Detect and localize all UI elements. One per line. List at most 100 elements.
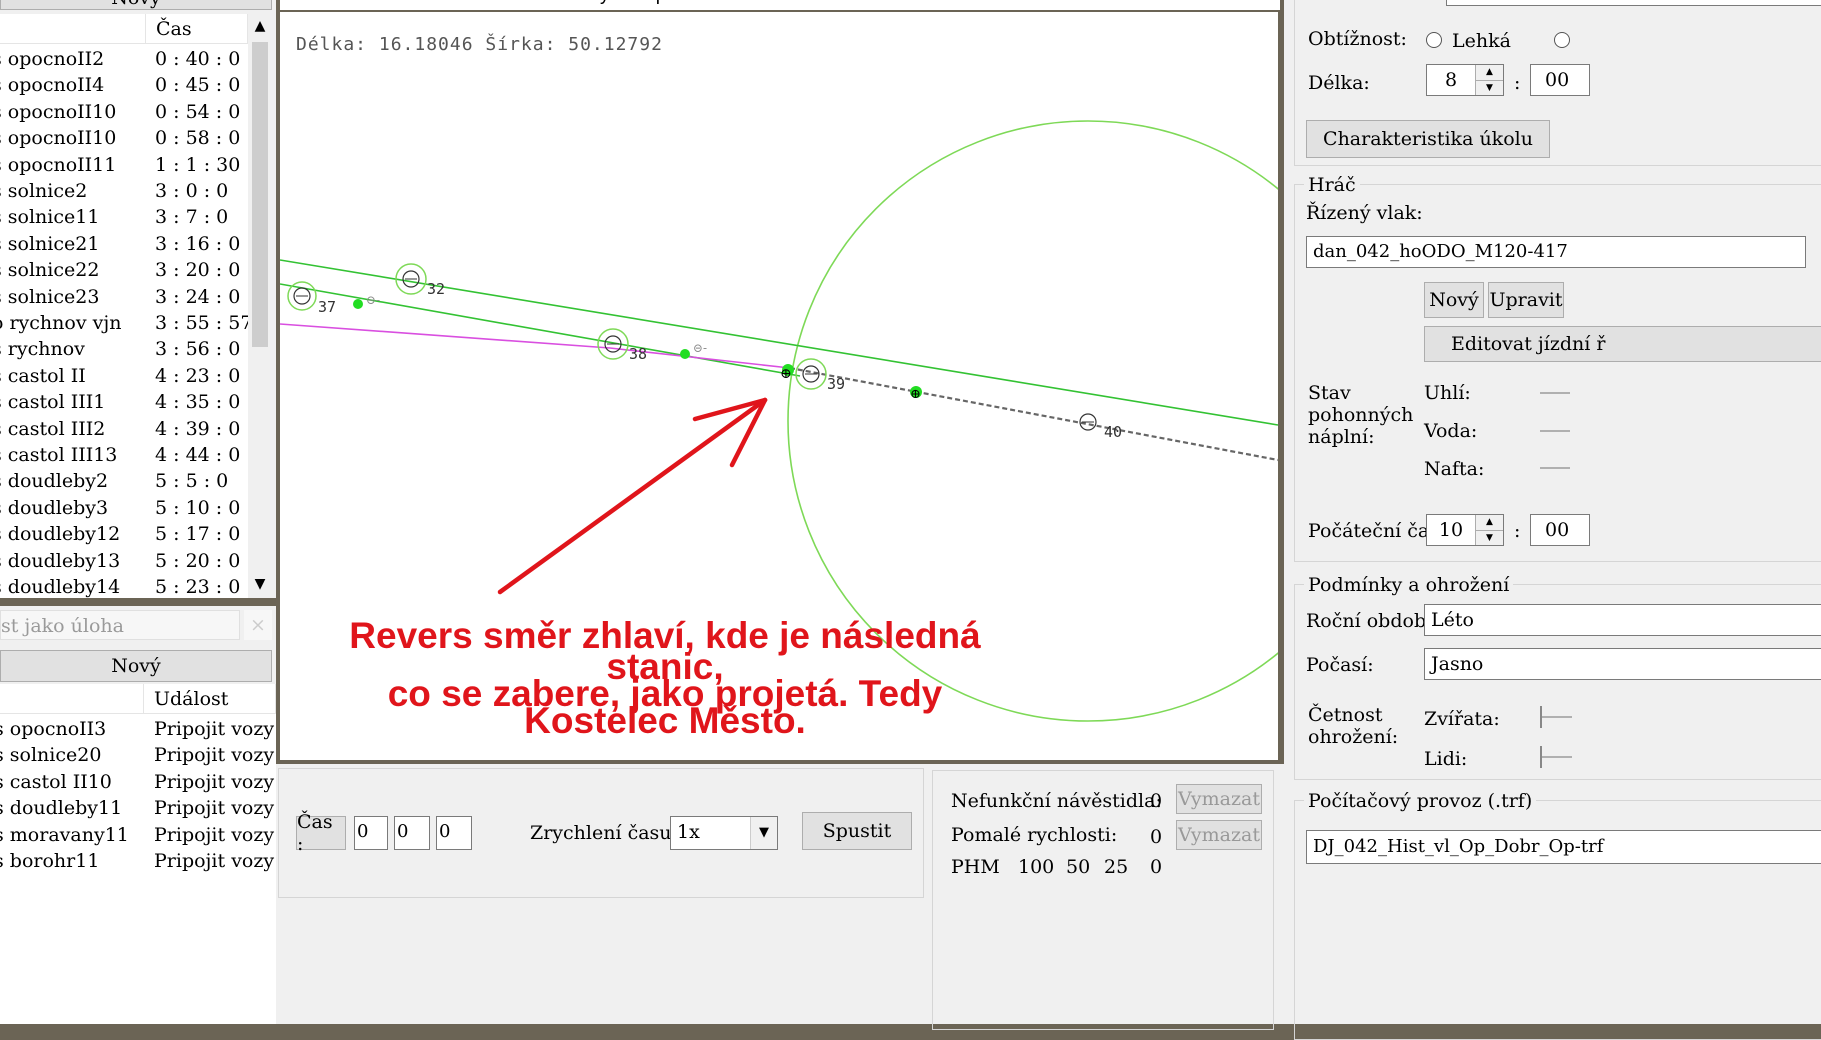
column-header-name[interactable]	[0, 14, 146, 44]
signal-icon: ⊝-	[366, 293, 380, 307]
diesel-label: Nafta:	[1424, 458, 1485, 480]
animals-slider[interactable]	[1540, 706, 1572, 728]
menu-item[interactable]: Okna	[464, 0, 509, 6]
scrollbar-thumb[interactable]	[252, 42, 268, 347]
new-train-button[interactable]: Nový	[1424, 282, 1484, 318]
difficulty-other-radio[interactable]	[1554, 32, 1570, 48]
computer-group-title: Počítačový provoz (.trf)	[1304, 790, 1537, 812]
water-slider[interactable]	[1540, 430, 1570, 432]
fuel-state-label: Stav pohonných náplní:	[1308, 382, 1414, 448]
phm-value: 0	[1150, 856, 1163, 878]
difficulty-easy-radio[interactable]	[1426, 32, 1442, 48]
edit-train-button[interactable]: Upravit	[1488, 282, 1564, 318]
column-header-name[interactable]	[0, 684, 144, 714]
train-field[interactable]: dan_042_hoODO_M120-417	[1306, 236, 1806, 268]
column-header-time[interactable]: Čas	[146, 14, 248, 44]
edit-timetable-button[interactable]: Editovat jízdní ř	[1424, 326, 1821, 362]
water-label: Voda:	[1424, 420, 1478, 442]
task-clear-button[interactable]: ×	[244, 610, 272, 640]
bottom-panel: Čas : 0 0 0 Zrychlení času 1x ▼ Spustit …	[276, 764, 1284, 1030]
task-input-text: st jako úloha	[1, 615, 124, 637]
event-list-row[interactable]: s borohr11 Pripojit vozy	[0, 846, 276, 876]
station-39-label: 39	[827, 375, 845, 393]
phm-100: 100	[1018, 856, 1055, 878]
signals-clear-button[interactable]: Vymazat	[1176, 784, 1262, 814]
station-37-marker	[287, 281, 317, 311]
event-type: Pripojit vozy	[154, 850, 275, 872]
scroll-up-icon[interactable]: ▲	[248, 18, 272, 34]
signals-value: 0	[1150, 790, 1163, 812]
animals-label: Zvířata:	[1424, 708, 1500, 730]
signals-label: Nefunkční návěstidla:	[951, 790, 1162, 812]
length-hours-spinner[interactable]: 8 ▲ ▼	[1426, 64, 1504, 96]
stop-time: 5 : 23 : 0	[155, 576, 241, 598]
station-40-label: 40	[1104, 423, 1122, 441]
phm-25: 25	[1104, 856, 1129, 878]
station-40-marker	[1079, 413, 1097, 431]
diesel-slider[interactable]	[1540, 467, 1570, 469]
acceleration-value: 1x	[677, 821, 700, 843]
stop-list-row[interactable]: s doudleby14 5 : 23 : 0	[0, 572, 248, 602]
start-button[interactable]: Spustit	[802, 812, 912, 850]
event-list[interactable]: Událost s opocnoII3 Pripojit vozy s solnic…	[0, 684, 276, 1024]
train-label: Řízený vlak:	[1306, 202, 1423, 224]
map-canvas[interactable]: Délka: 16.18046 Šírka: 50.12792 37 ⊝- 32	[280, 12, 1278, 760]
chevron-down-icon[interactable]: ▼	[750, 817, 777, 849]
phm-label: PHM	[951, 856, 1000, 878]
menu-item[interactable]: Zobrazit	[373, 0, 442, 6]
station-32-marker	[395, 263, 427, 295]
menu-item[interactable]: Soubor	[290, 0, 351, 6]
task-top-field[interactable]	[1446, 0, 1821, 6]
coal-slider[interactable]	[1540, 392, 1570, 394]
column-header-event[interactable]: Událost	[144, 684, 276, 714]
conditions-group-title: Podmínky a ohrožení	[1304, 574, 1514, 596]
trf-file-field[interactable]: DJ_042_Hist_vl_Op_Dobr_Op-trf	[1306, 830, 1821, 864]
menu-item[interactable]: Pomůcky	[531, 0, 609, 6]
new-event-button[interactable]: Nový	[0, 650, 272, 682]
start-time-label: Počáteční čas:	[1308, 520, 1446, 542]
menu-item[interactable]: Nápověda	[631, 0, 718, 6]
slow-clear-button[interactable]: Vymazat	[1176, 820, 1262, 850]
menu-bar: Soubor Zobrazit Okna Pomůcky Nápověda	[280, 0, 1280, 10]
stop-list-scrollbar[interactable]: ▲ ▼	[248, 14, 272, 598]
length-hours-value: 8	[1444, 69, 1458, 91]
weather-label: Počasí:	[1306, 654, 1374, 676]
difficulty-label: Obtížnost:	[1308, 28, 1407, 50]
acceleration-select[interactable]: 1x ▼	[670, 816, 778, 850]
annotation-arrow	[497, 397, 768, 595]
station-38-label: 38	[629, 345, 647, 363]
difficulty-easy-label[interactable]: Lehká	[1452, 30, 1511, 52]
spinner-arrows-icon[interactable]: ▲ ▼	[1475, 65, 1503, 95]
start-minutes-field[interactable]: 00	[1530, 514, 1590, 546]
time-hours-input[interactable]: 0	[354, 816, 388, 850]
spinner-arrows-icon[interactable]: ▲ ▼	[1475, 515, 1503, 545]
task-input[interactable]: st jako úloha	[0, 610, 240, 640]
length-minutes-field[interactable]: 00	[1530, 64, 1590, 96]
annotation-text: Revers směr zhlaví, kde je následná stan…	[310, 617, 1020, 739]
season-select[interactable]: Léto	[1424, 604, 1821, 636]
stop-list[interactable]: Čas s opocnoII2 0 : 40 : 0s opocnoII4 0 : …	[0, 14, 252, 598]
season-label: Roční období:	[1306, 610, 1439, 632]
weather-select[interactable]: Jasno	[1424, 648, 1821, 680]
slow-label: Pomalé rychlosti:	[951, 824, 1118, 846]
left-top-panel: Nový Čas s opocnoII20 : 40 : 0s opocnoII…	[0, 0, 276, 598]
player-group-title: Hráč	[1304, 174, 1360, 196]
right-panel: Obtížnost: Lehká Délka: 8 ▲ ▼ : 00 Charak…	[1284, 0, 1821, 1040]
start-hours-spinner[interactable]: 10 ▲ ▼	[1426, 514, 1504, 546]
people-slider[interactable]	[1540, 746, 1572, 768]
station-32-label: 32	[427, 280, 445, 298]
train-path	[789, 366, 1278, 462]
scroll-down-icon[interactable]: ▼	[248, 576, 272, 592]
task-characteristics-button[interactable]: Charakteristika úkolu	[1306, 120, 1550, 158]
time-minutes-input[interactable]: 0	[394, 816, 430, 850]
acceleration-label: Zrychlení času	[530, 822, 672, 844]
menu-items: Soubor Zobrazit Okna Pomůcky Nápověda	[290, 0, 718, 6]
new-stop-button[interactable]: Nový	[0, 0, 272, 10]
people-label: Lidi:	[1424, 748, 1468, 770]
train-icon: ⊕	[780, 366, 792, 382]
slow-value: 0	[1150, 826, 1163, 848]
time-seconds-input[interactable]: 0	[436, 816, 472, 850]
station-37-label: 37	[318, 298, 336, 316]
stop-name: s doudleby14	[0, 576, 121, 598]
time-button[interactable]: Čas :	[296, 811, 346, 855]
